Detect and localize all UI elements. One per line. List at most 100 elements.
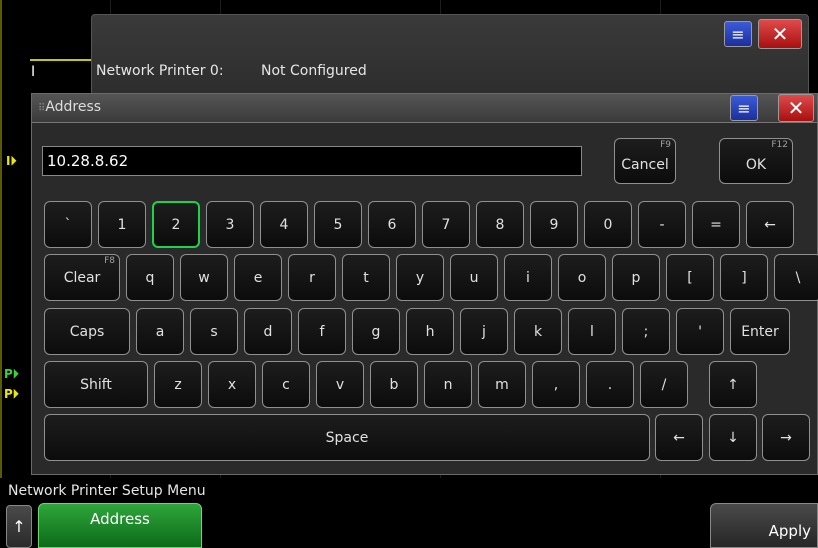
key-h[interactable]: h	[406, 308, 454, 355]
key-label: e	[253, 269, 263, 286]
key-p[interactable]: p	[612, 254, 660, 301]
close-icon[interactable]: ✕	[758, 19, 802, 49]
key-label: u	[469, 269, 479, 286]
key-label: 9	[549, 216, 559, 233]
key-equals[interactable]: =	[692, 201, 740, 248]
fkey-label: F12	[771, 140, 788, 150]
key-2[interactable]: 2	[152, 201, 200, 248]
key-label: a	[155, 323, 165, 340]
key-label: Space	[325, 429, 369, 446]
fkey-label: F9	[660, 140, 671, 150]
key-5[interactable]: 5	[314, 201, 362, 248]
menu-up-button[interactable]: ↑	[6, 505, 32, 548]
key-0[interactable]: 0	[584, 201, 632, 248]
key-label: g	[371, 323, 381, 340]
ok-button[interactable]: F12 OK	[719, 138, 793, 184]
key-x[interactable]: x	[208, 361, 256, 408]
key-label: r	[309, 269, 315, 286]
key-up-arrow[interactable]: ↑	[709, 361, 757, 408]
cancel-button[interactable]: F9 Cancel	[614, 138, 676, 184]
key-label: o	[577, 269, 587, 286]
key-slash[interactable]: /	[640, 361, 688, 408]
key-l[interactable]: l	[568, 308, 616, 355]
menu-icon[interactable]: ≡	[724, 21, 752, 47]
key-label: 3	[225, 216, 235, 233]
key-z[interactable]: z	[154, 361, 202, 408]
key-down-arrow[interactable]: ↓	[709, 414, 757, 461]
key-label: y	[415, 269, 425, 286]
key-y[interactable]: y	[396, 254, 444, 301]
apply-softkey[interactable]: Apply	[710, 503, 818, 548]
key-right-bracket[interactable]: ]	[720, 254, 768, 301]
key-left-arrow[interactable]: ←	[655, 414, 703, 461]
key-9[interactable]: 9	[530, 201, 578, 248]
key-backtick[interactable]: `	[44, 201, 92, 248]
key-b[interactable]: b	[370, 361, 418, 408]
key-label: ;	[643, 323, 649, 340]
key-w[interactable]: w	[180, 254, 228, 301]
key-label: ←	[764, 216, 776, 233]
key-label: z	[174, 376, 182, 393]
key-q[interactable]: q	[126, 254, 174, 301]
key-shift[interactable]: Shift	[44, 361, 148, 408]
key-u[interactable]: u	[450, 254, 498, 301]
key-right-arrow[interactable]: →	[762, 414, 810, 461]
key-left-bracket[interactable]: [	[666, 254, 714, 301]
key-label: t	[363, 269, 369, 286]
key-v[interactable]: v	[316, 361, 364, 408]
key-n[interactable]: n	[424, 361, 472, 408]
key-label: -	[659, 216, 665, 233]
network-printer-panel: ≡ ✕	[91, 14, 809, 96]
key-minus[interactable]: -	[638, 201, 686, 248]
key-backslash[interactable]: \	[774, 254, 818, 301]
key-o[interactable]: o	[558, 254, 606, 301]
close-icon[interactable]: ✕	[778, 94, 814, 122]
key-label: ]	[741, 269, 747, 286]
key-m[interactable]: m	[478, 361, 526, 408]
key-label: ,	[553, 376, 559, 393]
key-quote[interactable]: '	[676, 308, 724, 355]
trigger-marker-icon: I⏵	[6, 154, 17, 168]
key-4[interactable]: 4	[260, 201, 308, 248]
key-label: 7	[441, 216, 451, 233]
address-input[interactable]: 10.28.8.62	[42, 146, 582, 176]
key-d[interactable]: d	[244, 308, 292, 355]
key-f[interactable]: f	[298, 308, 346, 355]
menu-icon[interactable]: ≡	[730, 95, 758, 121]
key-label: \	[795, 269, 801, 286]
key-clear[interactable]: Clear F8	[44, 254, 120, 301]
cancel-label: Cancel	[621, 157, 669, 173]
key-k[interactable]: k	[514, 308, 562, 355]
key-c[interactable]: c	[262, 361, 310, 408]
key-semicolon[interactable]: ;	[622, 308, 670, 355]
key-s[interactable]: s	[190, 308, 238, 355]
key-label: i	[526, 269, 530, 286]
key-label: /	[661, 376, 667, 393]
key-g[interactable]: g	[352, 308, 400, 355]
key-label: 0	[603, 216, 613, 233]
key-r[interactable]: r	[288, 254, 336, 301]
key-enter[interactable]: Enter	[730, 308, 790, 355]
key-label: 8	[495, 216, 505, 233]
key-i[interactable]: i	[504, 254, 552, 301]
key-space[interactable]: Space	[44, 414, 650, 461]
key-label: ←	[673, 429, 685, 446]
key-1[interactable]: 1	[98, 201, 146, 248]
key-t[interactable]: t	[342, 254, 390, 301]
key-8[interactable]: 8	[476, 201, 524, 248]
key-6[interactable]: 6	[368, 201, 416, 248]
key-7[interactable]: 7	[422, 201, 470, 248]
key-j[interactable]: j	[460, 308, 508, 355]
key-comma[interactable]: ,	[532, 361, 580, 408]
dialog-titlebar[interactable]: ⠿Address ≡ ✕	[32, 94, 817, 123]
key-left-arrow[interactable]: ←	[746, 201, 794, 248]
key-label: ↓	[727, 429, 739, 446]
key-e[interactable]: e	[234, 254, 282, 301]
address-softkey[interactable]: Address	[38, 503, 202, 548]
fkey-label: F8	[104, 256, 115, 266]
key-caps[interactable]: Caps	[44, 308, 130, 355]
key-label: m	[495, 376, 509, 393]
key-3[interactable]: 3	[206, 201, 254, 248]
key-period[interactable]: .	[586, 361, 634, 408]
key-a[interactable]: a	[136, 308, 184, 355]
